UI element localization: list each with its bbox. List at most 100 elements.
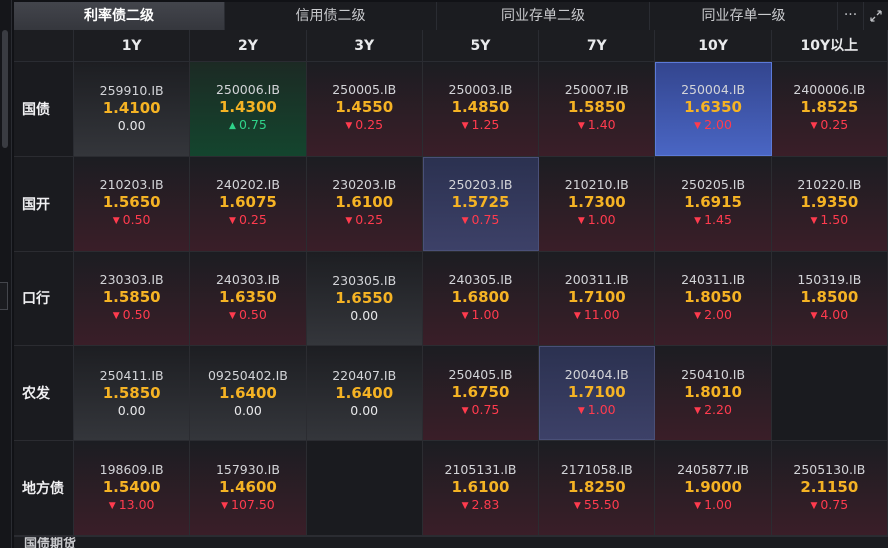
quote-cell[interactable]: 2105131.IB 1.6100 ▼ 2.83 (422, 441, 540, 535)
change-value: ▼ 1.45 (694, 212, 732, 230)
change-amount: 2.83 (471, 496, 500, 512)
down-triangle-icon: ▼ (229, 310, 236, 321)
yield-value: 1.9350 (800, 193, 859, 212)
quote-cell[interactable]: 250005.IB 1.4550 ▼ 0.25 (306, 62, 423, 156)
quote-cell[interactable]: 240303.IB 1.6350 ▼ 0.50 (190, 251, 307, 346)
column-header: 10Y (655, 30, 772, 62)
change-value: 0.00 (234, 403, 262, 419)
change-amount: 1.45 (704, 212, 732, 228)
column-header: 2Y (190, 30, 307, 62)
down-triangle-icon: ▼ (461, 310, 469, 321)
panel-resize-handle[interactable] (0, 282, 8, 310)
quote-cell[interactable]: 240305.IB 1.6800 ▼ 1.00 (422, 251, 540, 346)
quote-cell[interactable]: 250410.IB 1.8010 ▼ 2.20 (655, 346, 772, 441)
tab-bar: 利率债二级 信用债二级 同业存单二级 同业存单一级 ··· (14, 2, 888, 30)
change-amount: 1.50 (820, 212, 849, 228)
change-value: ▼ 1.25 (462, 117, 500, 135)
down-triangle-icon: ▼ (573, 310, 581, 321)
quote-cell[interactable]: 200311.IB 1.7100 ▼ 11.00 (539, 251, 656, 346)
down-triangle-icon: ▼ (221, 500, 228, 511)
quote-cell[interactable]: 2400006.IB 1.8525 ▼ 0.25 (771, 62, 888, 156)
quote-cell[interactable]: 250006.IB 1.4300 ▲ 0.75 (190, 62, 307, 156)
scrollbar-thumb[interactable] (2, 30, 8, 148)
quote-cell[interactable]: 220407.IB 1.6400 0.00 (306, 346, 423, 441)
change-amount: 2.00 (704, 306, 732, 322)
quote-cell[interactable]: 259910.IB 1.4100 0.00 (74, 62, 191, 156)
down-triangle-icon: ▼ (694, 500, 702, 511)
down-triangle-icon: ▼ (461, 405, 469, 416)
quote-cell[interactable]: 210203.IB 1.5650 ▼ 0.50 (74, 156, 191, 251)
quote-cell[interactable]: 230203.IB 1.6100 ▼ 0.25 (306, 156, 423, 251)
down-triangle-icon: ▼ (577, 216, 585, 227)
left-scroll-rail[interactable] (0, 0, 12, 548)
quote-cell[interactable]: 200404.IB 1.7100 ▼ 1.00 (539, 346, 656, 441)
change-value: 0.00 (350, 403, 378, 419)
yield-value: 1.6550 (335, 288, 394, 307)
change-amount: 1.00 (704, 496, 732, 512)
quote-cell[interactable]: 250405.IB 1.6750 ▼ 0.75 (422, 346, 540, 441)
tab-rate-bond-secondary[interactable]: 利率债二级 (14, 2, 225, 30)
yield-value: 1.8500 (800, 287, 859, 306)
tab-ncd-primary[interactable]: 同业存单一级 (650, 2, 838, 30)
change-value: ▼ 1.00 (694, 497, 732, 515)
quote-cell[interactable]: 210210.IB 1.7300 ▼ 1.00 (539, 156, 656, 251)
bond-code: 240202.IB (215, 177, 280, 193)
bond-code: 250006.IB (215, 82, 280, 98)
bond-code: 240305.IB (448, 271, 513, 287)
quote-cell[interactable]: 230303.IB 1.5850 ▼ 0.50 (74, 251, 191, 346)
change-value: ▼ 0.25 (345, 117, 383, 135)
quote-cell[interactable]: 198609.IB 1.5400 ▼ 13.00 (74, 441, 191, 535)
quote-cell[interactable]: 240311.IB 1.8050 ▼ 2.00 (655, 251, 772, 346)
bond-code: 210220.IB (797, 177, 862, 193)
bond-code: 210203.IB (99, 177, 164, 193)
quote-cell[interactable]: 150319.IB 1.8500 ▼ 4.00 (771, 251, 888, 346)
down-triangle-icon: ▼ (229, 216, 236, 227)
tab-credit-bond-secondary[interactable]: 信用债二级 (225, 2, 437, 30)
column-header: 5Y (423, 30, 540, 62)
tab-ncd-secondary[interactable]: 同业存单二级 (437, 2, 650, 30)
quote-cell[interactable]: 250007.IB 1.5850 ▼ 1.40 (539, 62, 656, 156)
quote-cell[interactable]: 2405877.IB 1.9000 ▼ 1.00 (655, 441, 772, 535)
row-header: 口行 (14, 251, 74, 346)
quote-cell[interactable]: 230305.IB 1.6550 0.00 (306, 251, 423, 346)
change-amount: 0.00 (350, 402, 379, 418)
yield-value: 1.8010 (684, 382, 742, 401)
bond-code: 157930.IB (215, 461, 280, 477)
quote-cell[interactable]: 250411.IB 1.5850 0.00 (74, 346, 191, 441)
bottom-panel-header[interactable]: 国债期货 (14, 536, 888, 548)
bond-code: 200311.IB (564, 271, 629, 287)
column-header-row: 1Y 2Y 3Y 5Y 7Y 10Y 10Y以上 (14, 30, 888, 62)
yield-value: 1.9000 (684, 477, 742, 496)
down-triangle-icon: ▼ (461, 500, 469, 511)
row-header: 国债 (14, 62, 74, 156)
yield-value: 1.6915 (684, 193, 742, 212)
quote-cell[interactable]: 250203.IB 1.5725 ▼ 0.75 (422, 156, 540, 251)
quote-cell[interactable]: 250004.IB 1.6350 ▼ 2.00 (655, 62, 772, 156)
expand-icon[interactable] (864, 2, 888, 30)
yield-value: 1.6750 (451, 382, 510, 401)
table-row: 国债 259910.IB 1.4100 0.00 250006.IB 1.4300 ▲ 0.7… (14, 62, 888, 157)
up-triangle-icon: ▲ (229, 121, 236, 132)
empty-cell (771, 346, 888, 441)
quote-cell[interactable]: 250003.IB 1.4850 ▼ 1.25 (422, 62, 540, 156)
quote-cell[interactable]: 2171058.IB 1.8250 ▼ 55.50 (539, 441, 656, 535)
bond-code: 150319.IB (797, 271, 862, 287)
quote-cell[interactable]: 250205.IB 1.6915 ▼ 1.45 (655, 156, 772, 251)
quote-cell[interactable]: 210220.IB 1.9350 ▼ 1.50 (771, 156, 888, 251)
change-amount: 1.00 (471, 306, 500, 322)
column-header: 10Y以上 (772, 30, 888, 62)
change-amount: 0.00 (117, 402, 146, 418)
quote-cell[interactable]: 09250402.IB 1.6400 0.00 (190, 346, 307, 441)
table-row: 农发 250411.IB 1.5850 0.00 09250402.IB 1.6400 0.… (14, 346, 888, 442)
down-triangle-icon: ▼ (577, 405, 585, 416)
quote-cell[interactable]: 2505130.IB 2.1150 ▼ 0.75 (771, 441, 888, 535)
quote-cell[interactable]: 240202.IB 1.6075 ▼ 0.25 (190, 156, 307, 251)
change-value: 0.00 (118, 403, 146, 419)
yield-value: 1.6400 (218, 383, 277, 402)
yield-value: 1.4550 (335, 98, 394, 117)
yield-value: 1.4600 (218, 477, 277, 496)
down-triangle-icon: ▼ (461, 121, 469, 132)
more-horizontal-icon[interactable]: ··· (838, 2, 864, 30)
bond-code: 2405877.IB (677, 461, 749, 477)
quote-cell[interactable]: 157930.IB 1.4600 ▼ 107.50 (190, 441, 307, 535)
